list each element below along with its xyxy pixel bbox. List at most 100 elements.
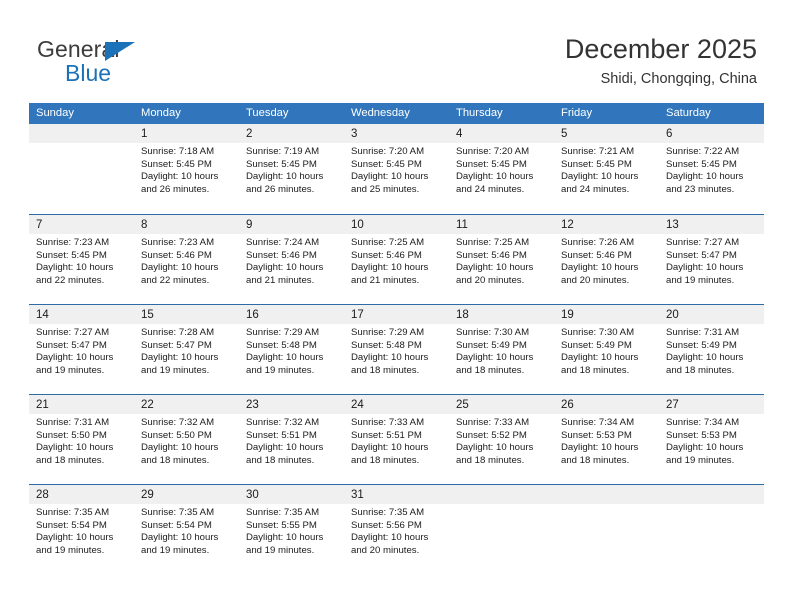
day-number-band: 23 xyxy=(239,395,344,414)
day-number-band: 6 xyxy=(659,124,764,143)
day-number-band xyxy=(29,124,134,143)
day-cell-14[interactable]: 14 Sunrise: 7:27 AM Sunset: 5:47 PM Dayligh… xyxy=(29,305,134,394)
day-cell-1[interactable]: 1 Sunrise: 7:18 AM Sunset: 5:45 PM Daylight… xyxy=(134,124,239,214)
day-details: Sunrise: 7:28 AM Sunset: 5:47 PM Daylight:… xyxy=(134,324,239,377)
daylight-text-cont: and 22 minutes. xyxy=(36,274,105,286)
day-cell-28[interactable]: 28 Sunrise: 7:35 AM Sunset: 5:54 PM Dayligh… xyxy=(29,485,134,574)
daylight-text: Daylight: 10 hours xyxy=(666,442,744,454)
daylight-text: Daylight: 10 hours xyxy=(666,352,744,364)
day-cell-7[interactable]: 7 Sunrise: 7:23 AM Sunset: 5:45 PM Daylight… xyxy=(29,215,134,304)
sunset-text: Sunset: 5:46 PM xyxy=(561,249,632,261)
day-cell-17[interactable]: 17 Sunrise: 7:29 AM Sunset: 5:48 PM Dayligh… xyxy=(344,305,449,394)
day-details: Sunrise: 7:19 AM Sunset: 5:45 PM Daylight:… xyxy=(239,143,344,196)
day-cell-29[interactable]: 29 Sunrise: 7:35 AM Sunset: 5:54 PM Dayligh… xyxy=(134,485,239,574)
sunset-text: Sunset: 5:45 PM xyxy=(456,158,527,170)
day-details xyxy=(449,504,554,507)
day-number: 31 xyxy=(351,489,364,501)
daylight-text-cont: and 19 minutes. xyxy=(246,544,315,556)
day-details: Sunrise: 7:27 AM Sunset: 5:47 PM Daylight:… xyxy=(659,234,764,287)
daylight-text-cont: and 21 minutes. xyxy=(246,274,315,286)
sunrise-text: Sunrise: 7:35 AM xyxy=(351,507,425,518)
day-cell-5[interactable]: 5 Sunrise: 7:21 AM Sunset: 5:45 PM Daylight… xyxy=(554,124,659,214)
sunset-text: Sunset: 5:52 PM xyxy=(456,429,527,441)
weekday-header-friday: Friday xyxy=(561,107,593,119)
day-cell-11[interactable]: 11 Sunrise: 7:25 AM Sunset: 5:46 PM Dayligh… xyxy=(449,215,554,304)
day-cell-6[interactable]: 6 Sunrise: 7:22 AM Sunset: 5:45 PM Daylight… xyxy=(659,124,764,214)
day-number-band: 25 xyxy=(449,395,554,414)
day-cell-26[interactable]: 26 Sunrise: 7:34 AM Sunset: 5:53 PM Dayligh… xyxy=(554,395,659,484)
day-cell-empty xyxy=(659,485,764,574)
sunrise-text: Sunrise: 7:20 AM xyxy=(456,146,530,157)
day-cell-10[interactable]: 10 Sunrise: 7:25 AM Sunset: 5:46 PM Dayligh… xyxy=(344,215,449,304)
sunrise-text: Sunrise: 7:23 AM xyxy=(36,237,110,248)
day-details: Sunrise: 7:30 AM Sunset: 5:49 PM Daylight:… xyxy=(449,324,554,377)
day-cell-24[interactable]: 24 Sunrise: 7:33 AM Sunset: 5:51 PM Dayligh… xyxy=(344,395,449,484)
day-details: Sunrise: 7:32 AM Sunset: 5:50 PM Daylight:… xyxy=(134,414,239,467)
day-cell-19[interactable]: 19 Sunrise: 7:30 AM Sunset: 5:49 PM Dayligh… xyxy=(554,305,659,394)
daylight-text-cont: and 20 minutes. xyxy=(456,274,525,286)
sunset-text: Sunset: 5:45 PM xyxy=(141,158,212,170)
day-number-band: 5 xyxy=(554,124,659,143)
weekday-header-wednesday: Wednesday xyxy=(351,107,410,119)
day-details: Sunrise: 7:30 AM Sunset: 5:49 PM Daylight:… xyxy=(554,324,659,377)
daylight-text-cont: and 22 minutes. xyxy=(141,274,210,286)
day-cell-25[interactable]: 25 Sunrise: 7:33 AM Sunset: 5:52 PM Dayligh… xyxy=(449,395,554,484)
day-number-band: 7 xyxy=(29,215,134,234)
day-cell-3[interactable]: 3 Sunrise: 7:20 AM Sunset: 5:45 PM Daylight… xyxy=(344,124,449,214)
calendar-week-row: 14 Sunrise: 7:27 AM Sunset: 5:47 PM Dayligh… xyxy=(29,304,764,394)
day-number: 27 xyxy=(666,399,679,411)
daylight-text: Daylight: 10 hours xyxy=(351,442,429,454)
day-cell-27[interactable]: 27 Sunrise: 7:34 AM Sunset: 5:53 PM Dayligh… xyxy=(659,395,764,484)
sunset-text: Sunset: 5:50 PM xyxy=(36,429,107,441)
day-cell-18[interactable]: 18 Sunrise: 7:30 AM Sunset: 5:49 PM Dayligh… xyxy=(449,305,554,394)
day-number: 9 xyxy=(246,219,253,231)
day-details: Sunrise: 7:31 AM Sunset: 5:49 PM Daylight:… xyxy=(659,324,764,377)
day-details: Sunrise: 7:20 AM Sunset: 5:45 PM Daylight:… xyxy=(344,143,449,196)
day-number-band: 17 xyxy=(344,305,449,324)
day-details: Sunrise: 7:33 AM Sunset: 5:52 PM Daylight:… xyxy=(449,414,554,467)
day-cell-20[interactable]: 20 Sunrise: 7:31 AM Sunset: 5:49 PM Dayligh… xyxy=(659,305,764,394)
day-number-band xyxy=(554,485,659,504)
day-cell-8[interactable]: 8 Sunrise: 7:23 AM Sunset: 5:46 PM Daylight… xyxy=(134,215,239,304)
day-cell-22[interactable]: 22 Sunrise: 7:32 AM Sunset: 5:50 PM Dayligh… xyxy=(134,395,239,484)
day-number: 18 xyxy=(456,309,469,321)
sunrise-text: Sunrise: 7:30 AM xyxy=(561,327,635,338)
day-cell-2[interactable]: 2 Sunrise: 7:19 AM Sunset: 5:45 PM Daylight… xyxy=(239,124,344,214)
day-number: 25 xyxy=(456,399,469,411)
sunset-text: Sunset: 5:53 PM xyxy=(561,429,632,441)
day-cell-23[interactable]: 23 Sunrise: 7:32 AM Sunset: 5:51 PM Dayligh… xyxy=(239,395,344,484)
day-cell-13[interactable]: 13 Sunrise: 7:27 AM Sunset: 5:47 PM Dayligh… xyxy=(659,215,764,304)
sunrise-text: Sunrise: 7:35 AM xyxy=(246,507,320,518)
day-cell-31[interactable]: 31 Sunrise: 7:35 AM Sunset: 5:56 PM Dayligh… xyxy=(344,485,449,574)
day-details: Sunrise: 7:24 AM Sunset: 5:46 PM Daylight:… xyxy=(239,234,344,287)
general-blue-logo[interactable]: General Blue xyxy=(37,36,237,88)
day-cell-15[interactable]: 15 Sunrise: 7:28 AM Sunset: 5:47 PM Dayligh… xyxy=(134,305,239,394)
daylight-text: Daylight: 10 hours xyxy=(36,442,114,454)
daylight-text: Daylight: 10 hours xyxy=(141,171,219,183)
day-number: 17 xyxy=(351,309,364,321)
weekday-header-saturday: Saturday xyxy=(666,107,711,119)
day-cell-16[interactable]: 16 Sunrise: 7:29 AM Sunset: 5:48 PM Dayligh… xyxy=(239,305,344,394)
daylight-text-cont: and 19 minutes. xyxy=(666,454,735,466)
daylight-text: Daylight: 10 hours xyxy=(456,352,534,364)
sunset-text: Sunset: 5:45 PM xyxy=(246,158,317,170)
sunset-text: Sunset: 5:51 PM xyxy=(351,429,422,441)
day-cell-30[interactable]: 30 Sunrise: 7:35 AM Sunset: 5:55 PM Dayligh… xyxy=(239,485,344,574)
day-cell-empty xyxy=(29,124,134,214)
day-details: Sunrise: 7:31 AM Sunset: 5:50 PM Daylight:… xyxy=(29,414,134,467)
sunrise-text: Sunrise: 7:32 AM xyxy=(141,417,215,428)
day-details xyxy=(29,143,134,146)
sunset-text: Sunset: 5:48 PM xyxy=(246,339,317,351)
sunset-text: Sunset: 5:47 PM xyxy=(141,339,212,351)
day-number: 8 xyxy=(141,219,148,231)
day-number: 14 xyxy=(36,309,49,321)
daylight-text-cont: and 19 minutes. xyxy=(36,364,105,376)
day-number-band: 3 xyxy=(344,124,449,143)
day-cell-9[interactable]: 9 Sunrise: 7:24 AM Sunset: 5:46 PM Daylight… xyxy=(239,215,344,304)
day-number-band: 18 xyxy=(449,305,554,324)
day-cell-4[interactable]: 4 Sunrise: 7:20 AM Sunset: 5:45 PM Daylight… xyxy=(449,124,554,214)
daylight-text-cont: and 18 minutes. xyxy=(561,454,630,466)
day-number: 21 xyxy=(36,399,49,411)
day-cell-21[interactable]: 21 Sunrise: 7:31 AM Sunset: 5:50 PM Dayligh… xyxy=(29,395,134,484)
day-cell-12[interactable]: 12 Sunrise: 7:26 AM Sunset: 5:46 PM Dayligh… xyxy=(554,215,659,304)
